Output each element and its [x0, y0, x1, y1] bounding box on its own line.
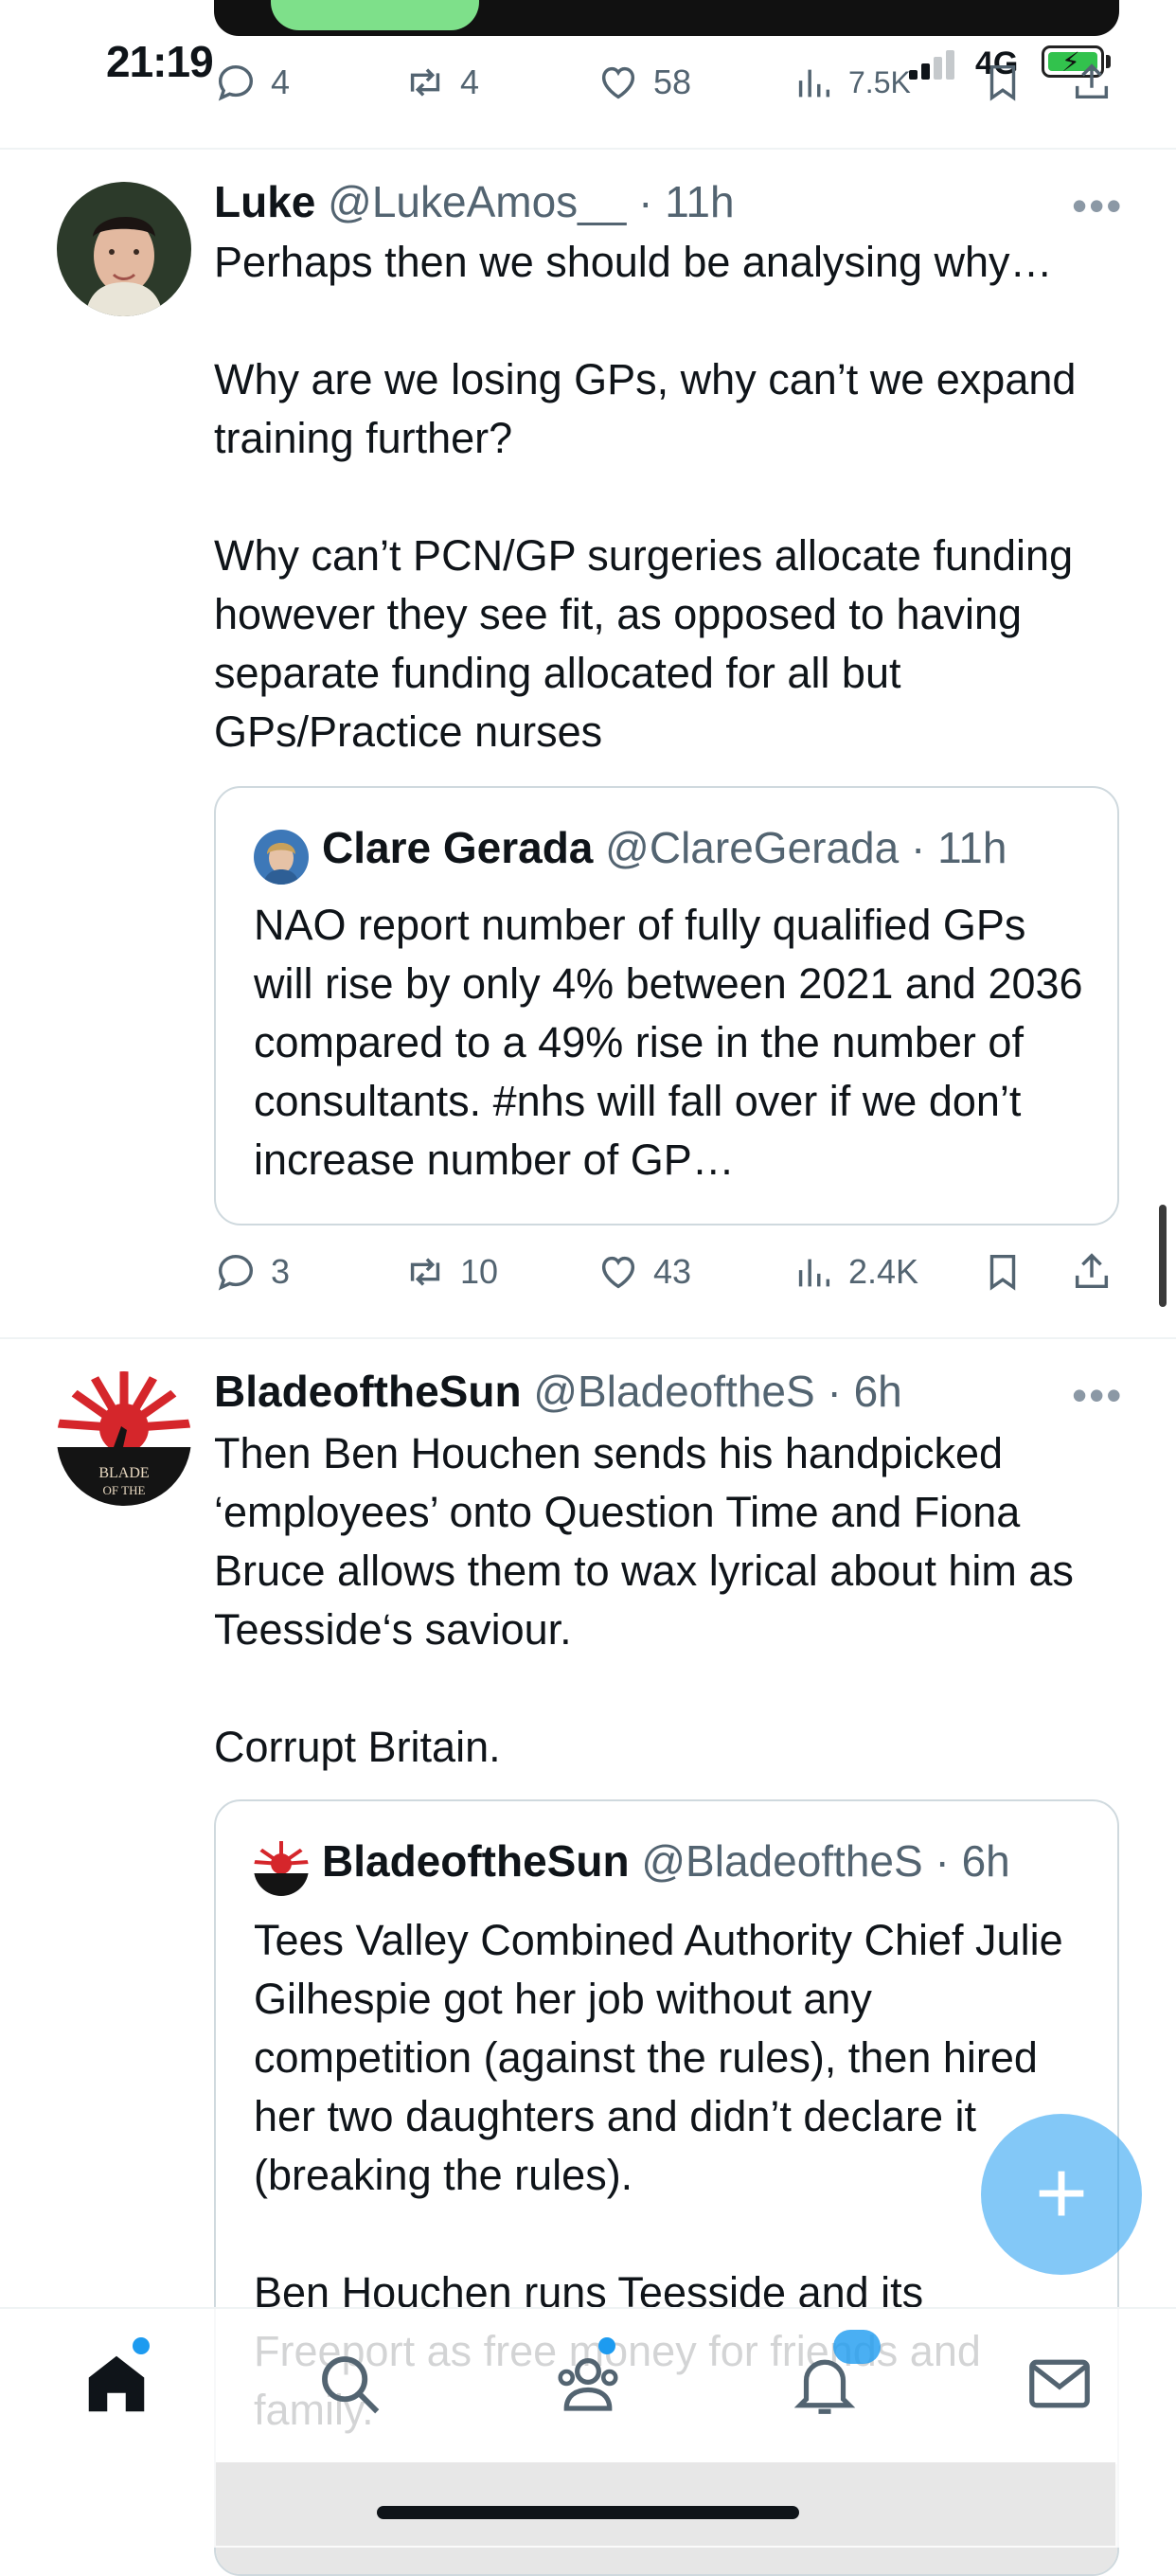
- analytics-icon: [798, 69, 830, 98]
- luke-avatar-photo: [57, 182, 191, 316]
- notifications-badge: [833, 2330, 881, 2364]
- quote-display-name: BladeoftheSun: [322, 1836, 630, 1886]
- share-button[interactable]: [1070, 61, 1114, 109]
- tweet-time: · 11h: [638, 177, 735, 226]
- heart-icon: [601, 1256, 635, 1289]
- share-icon: [1075, 63, 1109, 99]
- like-button[interactable]: 43: [597, 1250, 691, 1294]
- retweet-count: 4: [460, 63, 480, 101]
- home-icon: [88, 2355, 145, 2412]
- avatar-lettering: BLADE: [98, 1465, 149, 1481]
- home-indicator[interactable]: [377, 2506, 799, 2519]
- quote-avatar: [254, 1841, 309, 1896]
- home-tab[interactable]: [80, 2347, 153, 2425]
- quote-avatar: [254, 830, 309, 885]
- clare-avatar-photo: [254, 830, 309, 885]
- communities-notification-dot: [598, 2337, 615, 2354]
- heart-icon: [601, 66, 635, 99]
- retweet-count: 10: [460, 1252, 499, 1291]
- quote-time: · 6h: [935, 1836, 1010, 1886]
- share-icon: [1075, 1253, 1109, 1289]
- quote-handle: @ClareGerada: [605, 823, 900, 872]
- like-button[interactable]: 58: [597, 61, 691, 104]
- quote-media-peek: [216, 2462, 1115, 2546]
- retweet-icon: [410, 1258, 440, 1286]
- avatar[interactable]: [57, 182, 191, 316]
- more-options-button[interactable]: •••: [1072, 180, 1123, 231]
- reply-button[interactable]: 4: [214, 61, 290, 104]
- scrollbar[interactable]: [1159, 1205, 1167, 1307]
- quote-handle: @BladeoftheS: [641, 1836, 923, 1886]
- rising-sun-avatar-small: [254, 1841, 309, 1896]
- quote-text: Tees Valley Combined Authority Chief Jul…: [254, 1916, 1063, 2199]
- communities-tab[interactable]: [551, 2347, 625, 2425]
- display-name[interactable]: Luke: [214, 177, 315, 226]
- bookmark-icon: [989, 1254, 1016, 1291]
- retweet-icon: [410, 68, 440, 97]
- compose-plus-icon[interactable]: +: [981, 2114, 1142, 2275]
- tweet-divider: [0, 1337, 1176, 1339]
- quote-time: · 11h: [911, 823, 1007, 872]
- home-notification-dot: [133, 2337, 150, 2354]
- tweet-header: BladeoftheSun @BladeoftheS · 6h: [214, 1366, 902, 1417]
- reply-count: 4: [271, 63, 291, 101]
- status-time: 21:19: [106, 37, 214, 86]
- quoted-tweet[interactable]: Clare Gerada @ClareGerada · 11h NAO repo…: [214, 786, 1119, 1225]
- tweet-text: Perhaps then we should be analysing why……: [214, 238, 1077, 756]
- reply-icon: [218, 1254, 254, 1291]
- display-name[interactable]: BladeoftheSun: [214, 1367, 522, 1416]
- user-handle[interactable]: @BladeoftheS: [533, 1367, 814, 1416]
- view-count: 7.5K: [848, 64, 911, 99]
- more-options-button[interactable]: •••: [1072, 1369, 1123, 1421]
- tweet-text: Then Ben Houchen sends his handpicked ‘e…: [214, 1429, 1074, 1771]
- search-icon: [322, 2356, 380, 2414]
- quote-header: BladeoftheSun @BladeoftheS · 6h: [322, 1835, 1010, 1887]
- quote-display-name: Clare Gerada: [322, 823, 594, 872]
- reply-icon: [218, 64, 254, 101]
- avatar[interactable]: BLADE OF THE: [57, 1371, 191, 1506]
- views-button[interactable]: 2.4K: [792, 1250, 918, 1294]
- media-highlight: [271, 0, 479, 30]
- bookmark-icon: [989, 64, 1016, 101]
- avatar-lettering-2: OF THE: [103, 1483, 146, 1497]
- views-button[interactable]: 7.5K: [792, 61, 911, 104]
- reply-count: 3: [271, 1252, 291, 1291]
- quote-header: Clare Gerada @ClareGerada · 11h: [322, 822, 1007, 873]
- mail-icon: [1029, 2359, 1090, 2408]
- bookmark-button[interactable]: [981, 1250, 1025, 1298]
- tweet-time: · 6h: [827, 1367, 902, 1416]
- signal-icon: [909, 47, 956, 80]
- previous-tweet-media[interactable]: [214, 0, 1119, 36]
- user-handle[interactable]: @LukeAmos__: [328, 177, 626, 226]
- like-count: 43: [653, 1252, 692, 1291]
- tweet-divider: [0, 148, 1176, 150]
- view-count: 2.4K: [848, 1252, 919, 1291]
- retweet-button[interactable]: 10: [403, 1250, 498, 1294]
- like-count: 58: [653, 63, 692, 101]
- tweet-header: Luke @LukeAmos__ · 11h: [214, 176, 735, 227]
- bookmark-button[interactable]: [981, 61, 1025, 109]
- retweet-button[interactable]: 4: [403, 61, 479, 104]
- reply-button[interactable]: 3: [214, 1250, 290, 1294]
- messages-tab[interactable]: [1023, 2347, 1096, 2425]
- rising-sun-avatar: BLADE OF THE: [57, 1371, 191, 1506]
- share-button[interactable]: [1070, 1250, 1114, 1298]
- search-tab[interactable]: [312, 2347, 386, 2425]
- quote-text: NAO report number of fully qualified GPs…: [254, 901, 1083, 1184]
- analytics-icon: [798, 1259, 830, 1287]
- people-icon: [558, 2358, 618, 2411]
